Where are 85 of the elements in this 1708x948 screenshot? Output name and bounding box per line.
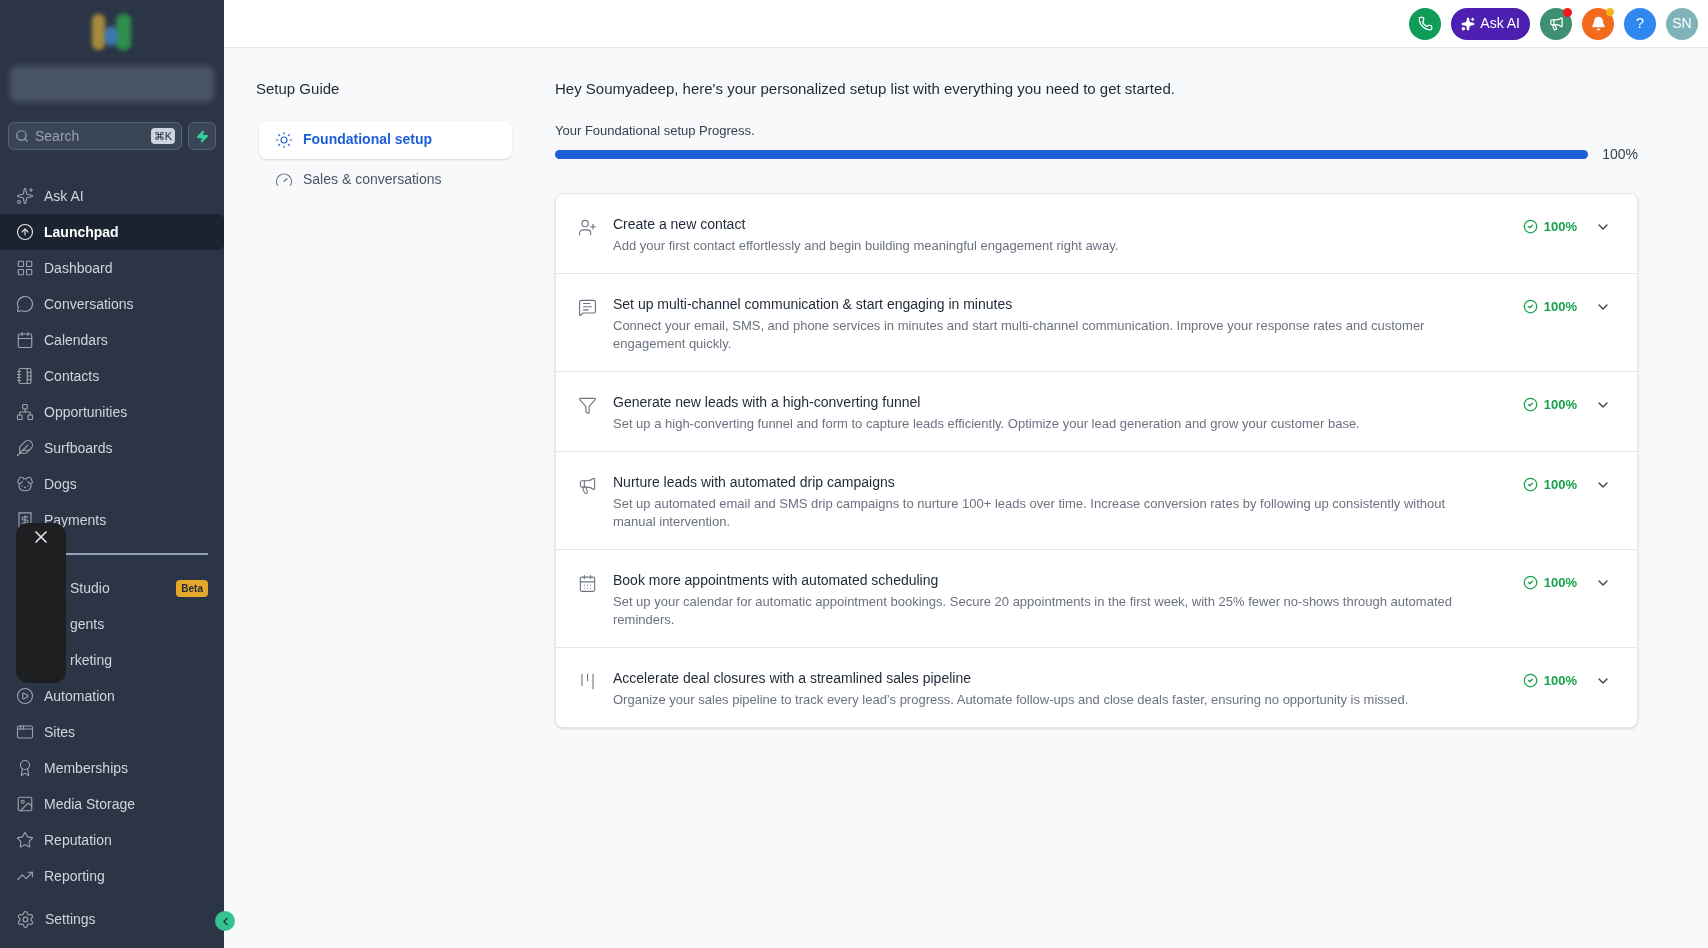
account-switcher[interactable] bbox=[10, 66, 214, 102]
task-percent: 100% bbox=[1543, 396, 1577, 414]
sidebar-item[interactable]: Contacts bbox=[0, 358, 224, 394]
task-title: Generate new leads with a high-converting funnel bbox=[613, 393, 922, 412]
settings-link[interactable]: Settings bbox=[45, 908, 96, 930]
bell-icon bbox=[1590, 16, 1606, 31]
task-percent: 100% bbox=[1543, 574, 1577, 592]
task-description: Set up a high-converting funnel and form to capture leads efficiently. Optimize your lead generation and grow your customer base. bbox=[613, 415, 1361, 433]
megaphone-icon bbox=[1548, 16, 1564, 31]
phone-button[interactable] bbox=[1409, 7, 1442, 40]
task-description: Set up your calendar for automatic appointment bookings. Secure 20 appointments in the first week, with 25% fewer no-shows through automated reminders. bbox=[613, 593, 1453, 629]
task-description: Set up automated email and SMS drip campaigns to nurture 100+ leads over time. Increase conversion rates by following up consistently without manual intervention. bbox=[613, 495, 1447, 531]
guide-tab[interactable]: Sales & conversations bbox=[259, 160, 512, 199]
notebook-icon bbox=[16, 367, 34, 385]
collapse-button[interactable] bbox=[215, 911, 235, 931]
grid-icon bbox=[16, 259, 34, 277]
upload-circle-icon bbox=[16, 223, 34, 241]
calendar-icon bbox=[578, 574, 597, 593]
section-title: Setup Guide bbox=[256, 79, 341, 99]
dog-icon bbox=[16, 475, 34, 493]
beta-badge: Beta bbox=[176, 579, 208, 597]
search-field[interactable]: Search ⌘K bbox=[8, 122, 182, 150]
phone-icon bbox=[1417, 16, 1433, 31]
sparkles-icon bbox=[1461, 16, 1476, 31]
sidebar-item[interactable]: Dashboard bbox=[0, 250, 224, 286]
feather-icon bbox=[16, 439, 34, 457]
task-description: Add your first contact effortlessly and begin building meaningful engagement right away. bbox=[613, 237, 1120, 255]
sidebar-item[interactable]: gents bbox=[0, 606, 224, 642]
lightning-icon bbox=[195, 129, 209, 143]
sidebar-item[interactable]: Reputation bbox=[0, 822, 224, 858]
star-icon bbox=[16, 831, 34, 849]
shortcut-key: ⌘K bbox=[150, 127, 175, 145]
guide-tab[interactable]: Foundational setup bbox=[259, 120, 512, 159]
megaphone-icon bbox=[578, 476, 597, 495]
gauge-icon bbox=[275, 170, 293, 189]
sidebar-item[interactable]: Calendars bbox=[0, 322, 224, 358]
sidebar-item[interactable]: Dogs bbox=[0, 466, 224, 502]
funnel-icon bbox=[578, 396, 597, 415]
window-icon bbox=[16, 723, 34, 741]
help-button[interactable]: ? bbox=[1624, 7, 1656, 40]
sidebar-item[interactable]: Launchpad bbox=[0, 214, 224, 250]
sidebar-item[interactable]: Ask AI bbox=[0, 178, 224, 214]
sidebar-item[interactable]: Surfboards bbox=[0, 430, 224, 466]
task-description: Organize your sales pipeline to track every lead’s progress. Automate follow-ups and close deals faster, ensuring no opportunity is missed. bbox=[613, 691, 1410, 709]
sidebar-item[interactable]: Studio Beta bbox=[0, 570, 224, 606]
task-title: Nurture leads with automated drip campaigns bbox=[613, 473, 896, 492]
sidebar-item[interactable]: Opportunities bbox=[0, 394, 224, 430]
task-title: Book more appointments with automated scheduling bbox=[613, 571, 940, 590]
settings-icon bbox=[16, 909, 35, 929]
sparkles-icon bbox=[16, 187, 34, 205]
sidebar-item[interactable]: Memberships bbox=[0, 750, 224, 786]
sidebar-item[interactable]: Media Storage bbox=[0, 786, 224, 822]
notifications-button[interactable] bbox=[1582, 7, 1614, 40]
greeting-text: Hey Soumyadeep, here's your personalized setup list with everything you need to get started. bbox=[555, 79, 1176, 99]
task-title: Accelerate deal closures with a streamlined sales pipeline bbox=[613, 669, 972, 688]
receipt-icon bbox=[16, 511, 34, 529]
task-percent: 100% bbox=[1543, 218, 1577, 236]
task-title: Create a new contact bbox=[613, 215, 747, 234]
task-description: Connect your email, SMS, and phone services in minutes and start multi-channel communication. Improve your response rates and customer engagement quickly. bbox=[613, 317, 1426, 353]
task-row[interactable]: Create a new contact Add your first contact effortlessly and begin building meaningful engagement right away. 100% bbox=[556, 194, 1637, 273]
user-plus-icon bbox=[578, 218, 597, 237]
quick-action-button[interactable] bbox=[188, 122, 216, 150]
sidebar-item[interactable]: Reporting bbox=[0, 858, 224, 894]
image-icon bbox=[16, 795, 34, 813]
task-percent: 100% bbox=[1543, 476, 1577, 494]
ask-ai-button[interactable]: Ask AI bbox=[1451, 7, 1530, 40]
sidebar-item[interactable]: Automation bbox=[0, 678, 224, 714]
task-row[interactable]: Generate new leads with a high-converting funnel Set up a high-converting funnel and form to capture leads efficiently. Optimize your lead generation and grow your customer base. 100% bbox=[556, 371, 1637, 451]
network-icon bbox=[16, 403, 34, 421]
sun-icon bbox=[275, 130, 293, 149]
task-percent: 100% bbox=[1543, 298, 1577, 316]
progress-label: Your Foundational setup Progress. bbox=[555, 121, 756, 140]
play-circle-icon bbox=[16, 687, 34, 705]
sidebar-item[interactable]: Sites bbox=[0, 714, 224, 750]
sidebar-item[interactable]: Conversations bbox=[0, 286, 224, 322]
sidebar-item[interactable]: Payments bbox=[0, 502, 224, 538]
calendar-icon bbox=[16, 331, 34, 349]
task-percent: 100% bbox=[1543, 672, 1577, 690]
progress-reading: 100% bbox=[1602, 145, 1638, 164]
chat-bubble-icon bbox=[16, 295, 34, 313]
sidebar-item[interactable]: rketing bbox=[0, 642, 224, 678]
announcements-button[interactable] bbox=[1540, 7, 1572, 40]
search-icon bbox=[15, 129, 29, 143]
chat-icon bbox=[578, 298, 597, 317]
task-title: Set up multi-channel communication & start engaging in minutes bbox=[613, 295, 1014, 314]
